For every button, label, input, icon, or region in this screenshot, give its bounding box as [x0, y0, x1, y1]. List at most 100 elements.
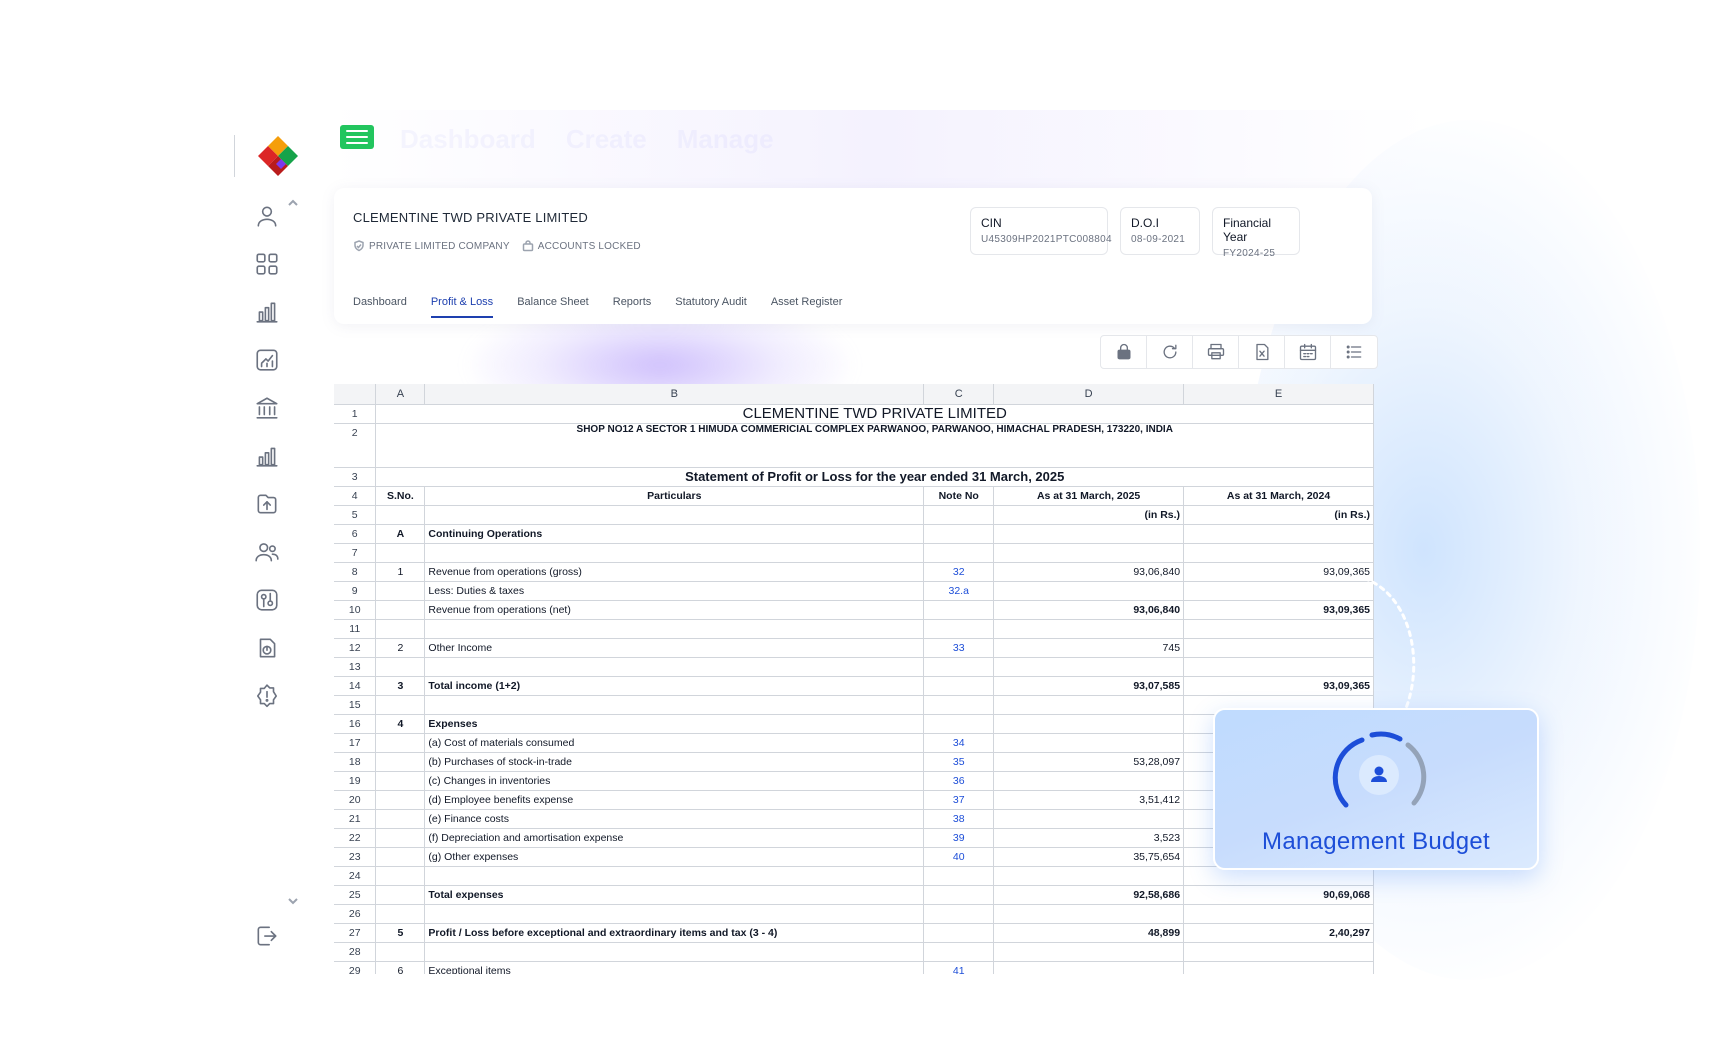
row-number[interactable]: 8 — [334, 562, 377, 582]
cell-particulars[interactable]: (d) Employee benefits expense — [424, 790, 925, 810]
cell-sno[interactable] — [375, 581, 426, 601]
cell-sno[interactable] — [375, 809, 426, 829]
cell-particulars[interactable] — [424, 657, 925, 677]
row-number[interactable]: 2 — [334, 423, 377, 468]
cell-previous-year[interactable]: 93,09,365 — [1183, 675, 1374, 696]
row-number[interactable]: 29 — [334, 961, 377, 974]
cell-previous-year[interactable] — [1183, 657, 1374, 677]
row-number[interactable]: 17 — [334, 733, 377, 753]
analytics-icon[interactable] — [251, 440, 283, 472]
column-header-e[interactable]: E — [1183, 384, 1374, 405]
cell-particulars[interactable] — [424, 543, 925, 563]
cell-previous-year[interactable]: 93,09,365 — [1183, 562, 1374, 582]
lock-button[interactable] — [1101, 336, 1147, 368]
cell-current-year[interactable] — [993, 961, 1185, 974]
cell-note-no[interactable] — [923, 904, 995, 924]
corner-cell[interactable] — [334, 384, 377, 405]
cell-particulars[interactable]: (a) Cost of materials consumed — [424, 733, 925, 753]
tab-asset-register[interactable]: Asset Register — [771, 296, 843, 318]
cell-note-no[interactable] — [923, 923, 995, 943]
cell-current-year[interactable]: 92,58,686 — [993, 884, 1185, 905]
cell-sno[interactable] — [375, 543, 426, 563]
cell-current-year[interactable] — [993, 619, 1185, 639]
sheet-address[interactable]: SHOP NO12 A SECTOR 1 HIMUDA COMMERICIAL … — [375, 423, 1374, 468]
row-number[interactable]: 28 — [334, 942, 377, 962]
cell-sno[interactable]: 3 — [375, 676, 426, 696]
apps-grid-icon[interactable] — [251, 248, 283, 280]
scroll-up-chevron-icon[interactable] — [286, 196, 300, 210]
cell-note-no[interactable]: 39 — [923, 828, 995, 848]
cell-note-no[interactable] — [923, 866, 995, 886]
cell-previous-year[interactable] — [1183, 581, 1374, 601]
cell-previous-year[interactable] — [1183, 524, 1374, 544]
cell-previous-year[interactable] — [1183, 961, 1374, 974]
column-header-b[interactable]: B — [424, 384, 925, 405]
cell-note-no[interactable]: 41 — [923, 961, 995, 974]
unit-current-year[interactable]: (in Rs.) — [993, 505, 1185, 525]
list-view-button[interactable] — [1331, 336, 1377, 368]
cell-b[interactable] — [424, 505, 925, 525]
cell-sno[interactable] — [375, 771, 426, 791]
cell-previous-year[interactable] — [1183, 942, 1374, 962]
cell-particulars[interactable]: Revenue from operations (net) — [424, 600, 925, 620]
row-number[interactable]: 3 — [334, 467, 377, 487]
column-header-d[interactable]: D — [993, 384, 1185, 405]
cell-sno[interactable] — [375, 619, 426, 639]
cell-particulars[interactable]: Other Income — [424, 638, 925, 658]
cell-note-no[interactable]: 32 — [923, 562, 995, 582]
cell-particulars[interactable]: Continuing Operations — [424, 524, 925, 544]
profit-loss-sheet[interactable]: A B C D E 1 CLEMENTINE TWD PRIVATE LIMIT… — [334, 384, 1374, 974]
cell-previous-year[interactable]: 90,69,068 — [1183, 884, 1374, 905]
refresh-button[interactable] — [1147, 336, 1193, 368]
header-sno[interactable]: S.No. — [375, 485, 426, 506]
cell-note-no[interactable] — [923, 524, 995, 544]
cell-note-no[interactable] — [923, 600, 995, 620]
cell-sno[interactable] — [375, 885, 426, 905]
row-number[interactable]: 27 — [334, 923, 377, 943]
cell-current-year[interactable] — [993, 695, 1185, 715]
row-number[interactable]: 26 — [334, 904, 377, 924]
cell-note-no[interactable]: 38 — [923, 809, 995, 829]
cell-particulars[interactable]: Total expenses — [424, 885, 925, 905]
tab-statutory-audit[interactable]: Statutory Audit — [675, 296, 747, 318]
cell-sno[interactable]: A — [375, 524, 426, 544]
cell-sno[interactable] — [375, 942, 426, 962]
excel-export-button[interactable] — [1239, 336, 1285, 368]
cell-current-year[interactable]: 35,75,654 — [993, 847, 1185, 867]
cell-current-year[interactable] — [993, 866, 1185, 886]
cell-current-year[interactable] — [993, 771, 1185, 791]
header-current-year[interactable]: As at 31 March, 2025 — [993, 485, 1185, 506]
user-icon[interactable] — [251, 200, 283, 232]
row-number[interactable]: 23 — [334, 847, 377, 867]
tab-dashboard[interactable]: Dashboard — [353, 296, 407, 318]
row-number[interactable]: 12 — [334, 638, 377, 658]
cell-sno[interactable]: 1 — [375, 562, 426, 582]
calendar-button[interactable] — [1285, 336, 1331, 368]
cell-current-year[interactable]: 93,07,585 — [993, 675, 1185, 696]
cell-particulars[interactable]: (f) Depreciation and amortisation expens… — [424, 828, 925, 848]
cell-previous-year[interactable]: 93,09,365 — [1183, 599, 1374, 620]
cell-current-year[interactable]: 3,51,412 — [993, 790, 1185, 810]
cell-sno[interactable] — [375, 733, 426, 753]
reports-pie-icon[interactable] — [251, 632, 283, 664]
header-particulars[interactable]: Particulars — [424, 485, 925, 506]
column-header-c[interactable]: C — [923, 384, 995, 405]
cell-current-year[interactable] — [993, 543, 1185, 563]
cell-previous-year[interactable] — [1183, 904, 1374, 924]
cell-note-no[interactable]: 37 — [923, 790, 995, 810]
cell-sno[interactable]: 2 — [375, 638, 426, 658]
statement-title[interactable]: Statement of Profit or Loss for the year… — [375, 466, 1374, 487]
cell-current-year[interactable]: 53,28,097 — [993, 752, 1185, 772]
trend-chart-icon[interactable] — [251, 344, 283, 376]
cell-sno[interactable] — [375, 866, 426, 886]
cell-note-no[interactable] — [923, 942, 995, 962]
financial-year-info-box[interactable]: Financial Year FY2024-25 — [1212, 207, 1300, 259]
nav-item-manage[interactable]: Manage — [677, 124, 774, 155]
cell-previous-year[interactable] — [1183, 543, 1374, 563]
print-button[interactable] — [1193, 336, 1239, 368]
row-number[interactable]: 1 — [334, 404, 377, 424]
cell-sno[interactable] — [375, 752, 426, 772]
row-number[interactable]: 7 — [334, 543, 377, 563]
cell-particulars[interactable]: Revenue from operations (gross) — [424, 562, 925, 582]
nav-item-dashboard[interactable]: Dashboard — [400, 124, 536, 155]
